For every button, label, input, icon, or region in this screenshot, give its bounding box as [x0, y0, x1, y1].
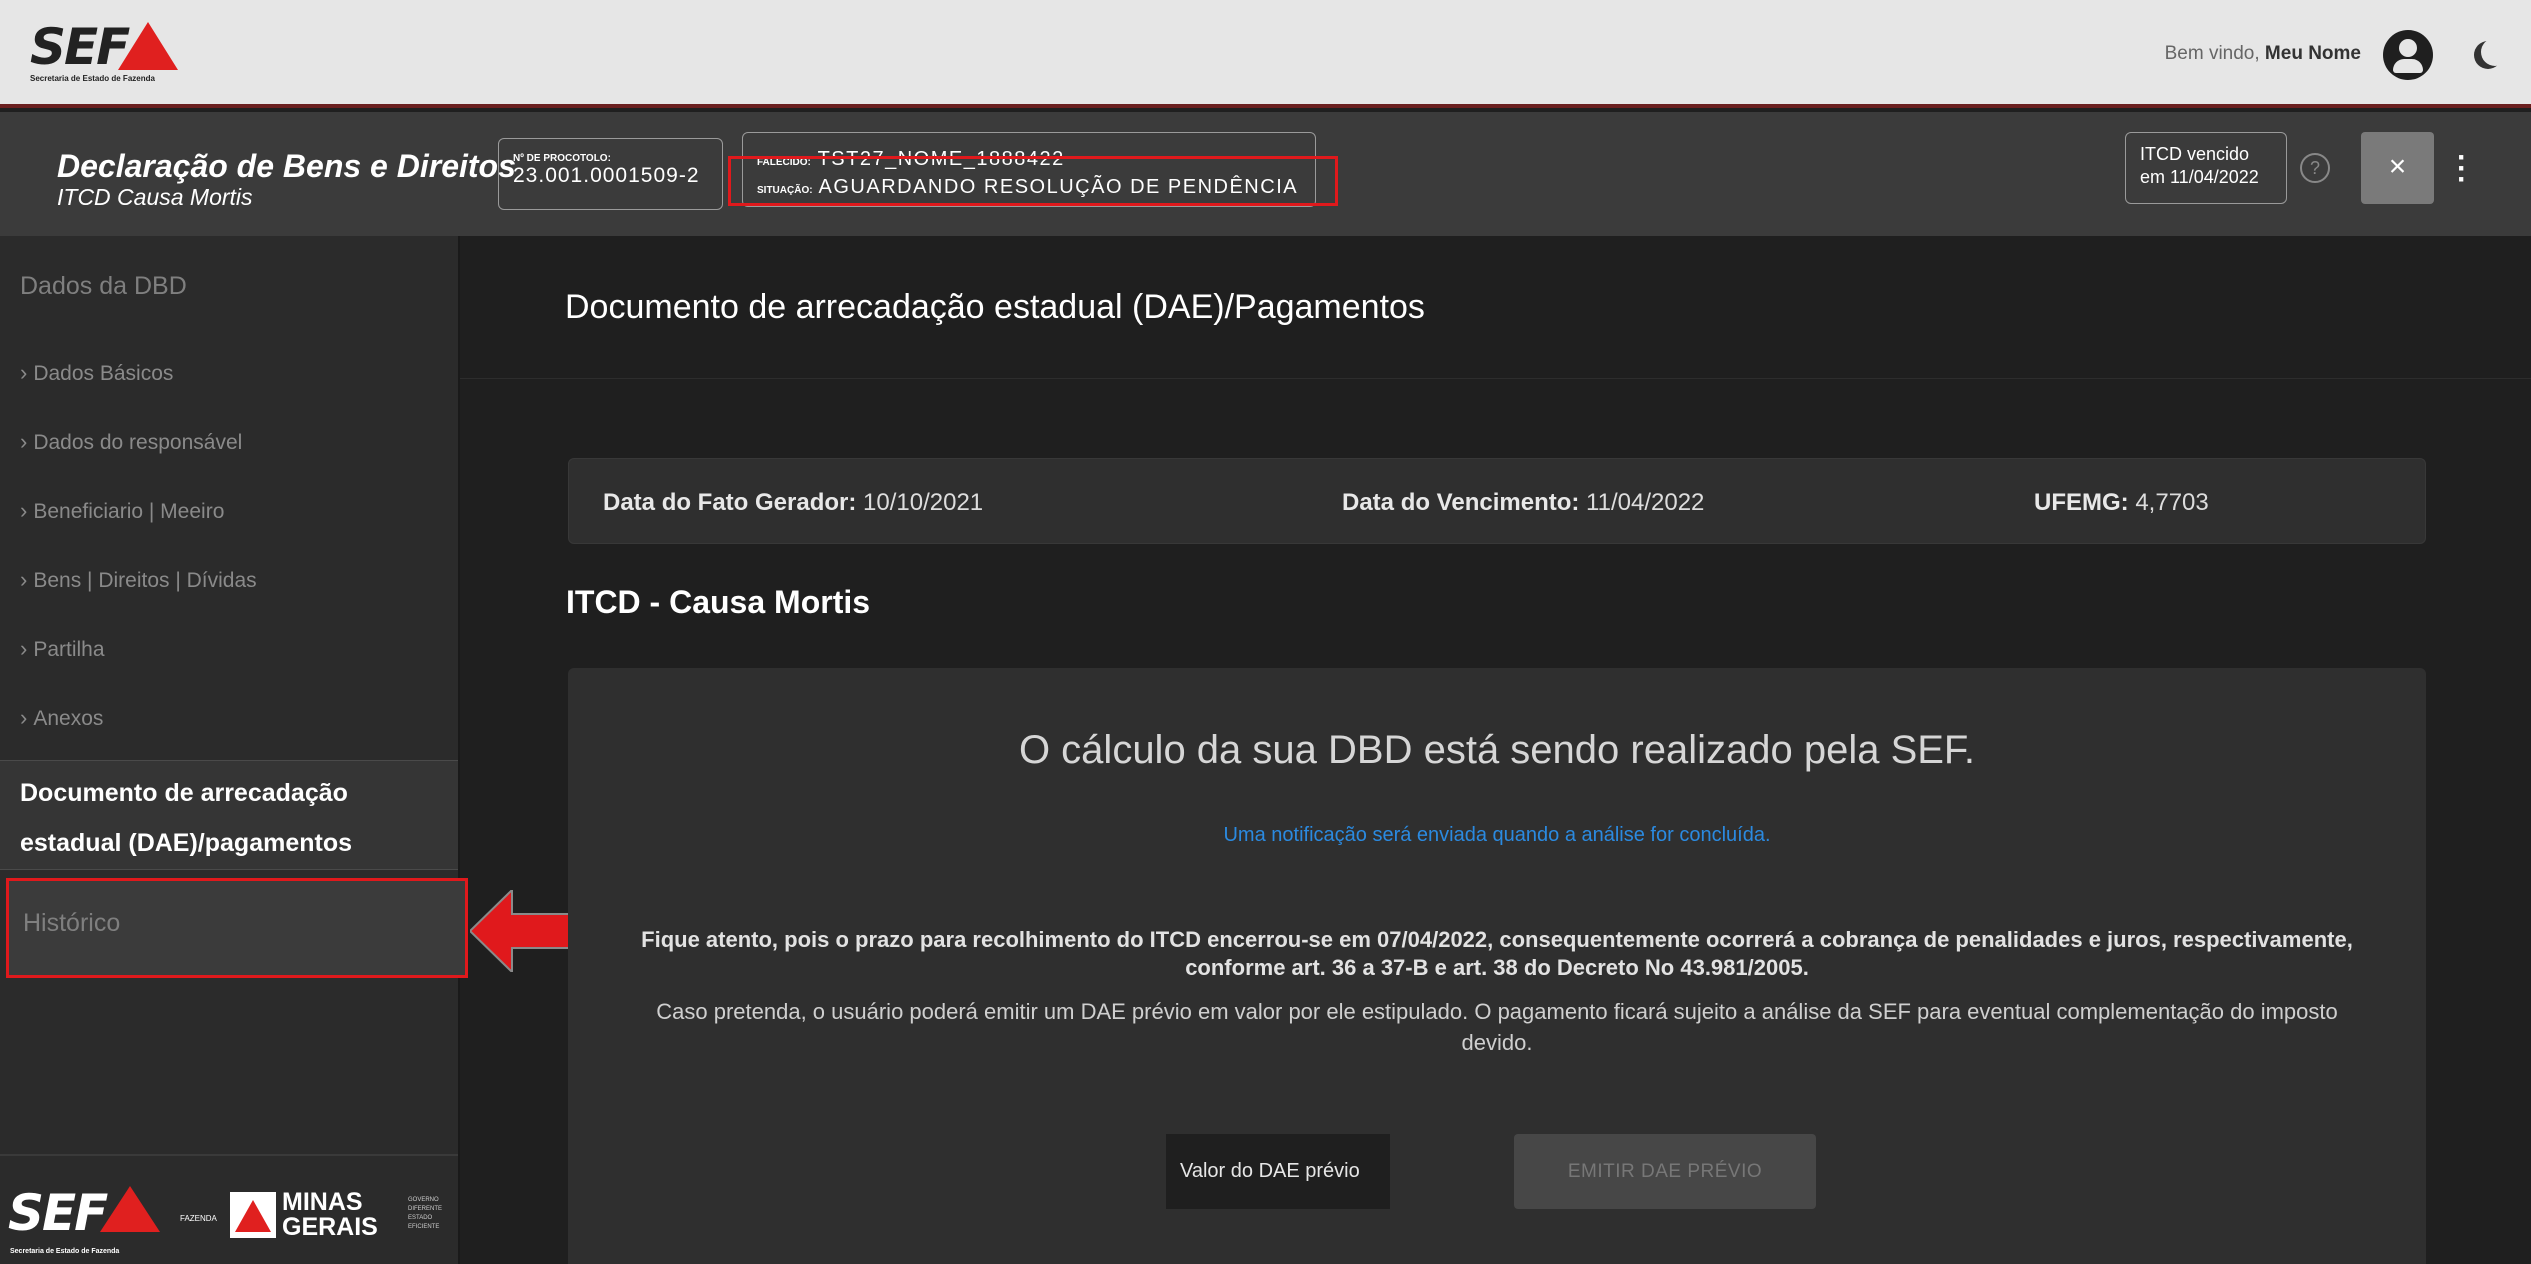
sidebar-item-dae-pagamentos[interactable]: Documento de arrecadação estadual (DAE)/… [0, 760, 458, 870]
mg-line1: MINAS [282, 1188, 363, 1216]
fato-value: 10/10/2021 [863, 489, 984, 516]
chevron-right-icon: › [20, 429, 28, 454]
sidebar-item-bens[interactable]: › Bens | Direitos | Dívidas [20, 567, 257, 593]
user-name: Meu Nome [2264, 43, 2361, 64]
footer-sef-triangle-icon [100, 1186, 160, 1232]
sidebar-item-partilha[interactable]: › Partilha [20, 636, 105, 662]
chevron-right-icon: › [20, 567, 28, 592]
more-options-icon[interactable]: · · · [2456, 143, 2468, 195]
close-button[interactable]: × [2361, 132, 2434, 204]
sidebar-item-dados-responsavel[interactable]: › Dados do responsável [20, 429, 242, 455]
dates-info-bar: Data do Fato Gerador: 10/10/2021 Data do… [568, 458, 2426, 544]
user-avatar-icon[interactable] [2383, 30, 2433, 80]
top-bar: SEF Secretaria de Estado de Fazenda Bem … [0, 0, 2531, 108]
data-vencimento: Data do Vencimento: 11/04/2022 [1342, 489, 1704, 517]
emit-dae-button[interactable]: EMITIR DAE PRÉVIO [1514, 1134, 1816, 1209]
warn-line1: Fique atento, pois o prazo para recolhim… [641, 927, 2353, 952]
deadline-warning: Fique atento, pois o prazo para recolhim… [608, 926, 2386, 982]
minas-gerais-logo-icon [230, 1192, 276, 1238]
sidebar: Dados da DBD › Dados Básicos › Dados do re… [0, 236, 468, 1264]
protocol-box: Nº DE PROCOTOLO: 23.001.0001509-2 [498, 138, 723, 210]
ufemg-value: 4,7703 [2135, 489, 2209, 516]
app-root: SEF Secretaria de Estado de Fazenda Bem … [0, 0, 2531, 1264]
itcd-vencido-badge: ITCD vencido em 11/04/2022 [2125, 132, 2287, 204]
chevron-right-icon: › [20, 636, 28, 661]
calculation-panel: O cálculo da sua DBD está sendo realizad… [568, 668, 2426, 1264]
sidebar-item-dados-basicos[interactable]: › Dados Básicos [20, 360, 173, 386]
chevron-right-icon: › [20, 498, 28, 523]
sef-logo[interactable]: SEF Secretaria de Estado de Fazenda [30, 18, 179, 83]
dae-info: Caso pretenda, o usuário poderá emitir u… [598, 996, 2396, 1058]
logo-subtitle: Secretaria de Estado de Fazenda [30, 74, 155, 83]
sidebar-footer-logos: SEF Secretaria de Estado de Fazenda FAZE… [0, 1154, 458, 1264]
sidebar-item-beneficiario[interactable]: › Beneficiario | Meeiro [20, 498, 224, 524]
fato-gerador: Data do Fato Gerador: 10/10/2021 [603, 489, 983, 517]
ufemg-label: UFEMG: [2034, 489, 2129, 516]
sidebar-item-label: Histórico [23, 909, 121, 937]
sidebar-item-label: Bens | Direitos | Dívidas [33, 569, 257, 592]
footer-fazenda-label: FAZENDA [180, 1214, 217, 1223]
venc-label: Data do Vencimento: [1342, 489, 1580, 516]
protocol-value: 23.001.0001509-2 [513, 164, 700, 187]
warn-line2: conforme art. 36 a 37-B e art. 38 do Dec… [1185, 955, 1809, 980]
declaration-title: Declaração de Bens e Direitos [57, 148, 516, 184]
title-divider [460, 378, 2531, 379]
sidebar-active-label-1: Documento de arrecadação [20, 779, 348, 807]
venc-value: 11/04/2022 [1586, 489, 1705, 516]
dark-mode-moon-icon[interactable] [2481, 38, 2509, 66]
page-title: Documento de arrecadação estadual (DAE)/… [565, 288, 1425, 326]
declaration-header: Declaração de Bens e Direitos ITCD Causa… [0, 112, 2531, 236]
chevron-right-icon: › [20, 360, 28, 385]
sidebar-active-label-2: estadual (DAE)/pagamentos [20, 829, 353, 857]
ufemg: UFEMG: 4,7703 [2034, 489, 2209, 517]
sidebar-heading: Dados da DBD [20, 272, 187, 300]
welcome-text: Bem vindo, Meu Nome [2165, 43, 2361, 65]
sidebar-item-label: Dados Básicos [33, 362, 174, 385]
info-line2: devido. [1461, 1030, 1533, 1055]
declaration-subtitle: ITCD Causa Mortis [57, 184, 253, 210]
calc-title: O cálculo da sua DBD está sendo realizad… [1018, 728, 1976, 772]
logo-triangle-icon [118, 22, 179, 70]
chevron-right-icon: › [20, 705, 28, 730]
welcome-prefix: Bem vindo, [2164, 43, 2265, 64]
status-highlight-box [728, 156, 1338, 206]
mg-line2: GERAIS [282, 1213, 378, 1241]
footer-sef-subtitle: Secretaria de Estado de Fazenda [10, 1248, 120, 1255]
logo-text: SEF [30, 18, 130, 76]
sidebar-item-historico[interactable]: Histórico [6, 878, 468, 978]
protocol-label: Nº DE PROCOTOLO: [513, 153, 611, 164]
dae-value-input[interactable] [1166, 1134, 1390, 1209]
info-line1: Caso pretenda, o usuário poderá emitir u… [656, 999, 2338, 1024]
calc-notification: Uma notificação será enviada quando a an… [1223, 824, 1771, 846]
footer-sef-logo: SEF [8, 1184, 108, 1242]
sidebar-item-label: Partilha [33, 638, 105, 661]
sidebar-item-anexos[interactable]: › Anexos [20, 705, 103, 731]
sidebar-item-label: Dados do responsável [33, 431, 243, 454]
vencido-line2: em 11/04/2022 [2140, 167, 2259, 187]
vencido-line1: ITCD vencido [2140, 144, 2250, 164]
sidebar-item-label: Beneficiario | Meeiro [33, 500, 225, 523]
section-title: ITCD - Causa Mortis [566, 584, 871, 620]
minas-gerais-logo-text: MINAS GERAIS [282, 1190, 378, 1240]
sidebar-item-label: Anexos [33, 707, 104, 730]
help-icon[interactable]: ? [2300, 153, 2330, 183]
footer-gov-slogan: GOVERNO DIFERENTE ESTADO EFICIENTE [408, 1197, 443, 1230]
fato-label: Data do Fato Gerador: [603, 489, 857, 516]
